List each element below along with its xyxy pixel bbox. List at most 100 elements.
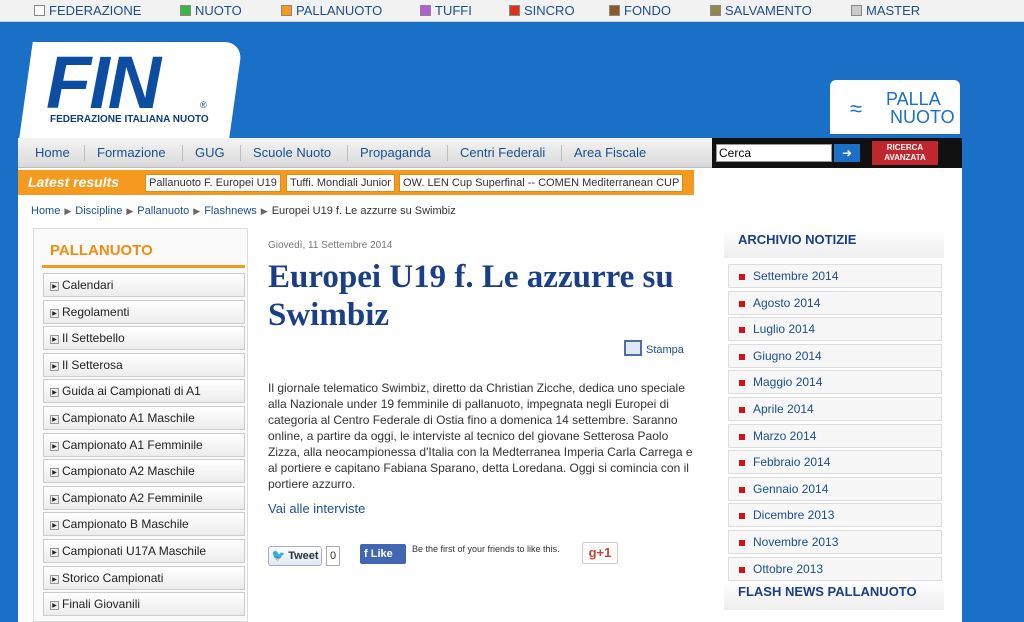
expand-arrow-icon: ▶ (50, 308, 59, 318)
search-button[interactable]: ➜ (834, 144, 860, 162)
tweet-label: Tweet (288, 550, 319, 562)
sidebar-item[interactable]: ▶ Storico Campionati (43, 565, 245, 590)
topbar-item-pallanuoto[interactable]: PALLANUOTO (281, 3, 382, 18)
archive-item[interactable]: Maggio 2014 (728, 370, 942, 395)
nav-item-area-fiscale[interactable]: Area Fiscale (574, 145, 646, 160)
topbar-item-master[interactable]: MASTER (851, 3, 920, 18)
breadcrumb-arrow-icon: ▶ (64, 206, 72, 216)
archive-item[interactable]: Gennaio 2014 (728, 476, 942, 501)
bullet-icon (739, 274, 745, 280)
topbar-item-fondo[interactable]: FONDO (609, 3, 671, 18)
nav-item-home[interactable]: Home (35, 145, 70, 160)
sidebar-item[interactable]: ▶ Il Settebello (43, 326, 245, 351)
latest-result-item[interactable]: Tuffi. Mondiali Junior (286, 174, 395, 192)
breadcrumb-arrow-icon: ▶ (193, 206, 201, 216)
archive-item[interactable]: Dicembre 2013 (728, 503, 942, 528)
bullet-icon (739, 300, 745, 307)
archive-item-label: Agosto 2014 (753, 295, 821, 310)
bullet-icon (739, 513, 745, 520)
sidebar-item[interactable]: ▶ Il Setterosa (43, 352, 245, 377)
sidebar-item[interactable]: ▶ Calendari (43, 273, 245, 297)
topbar-item-salvamento[interactable]: SALVAMENTO (710, 3, 812, 18)
facebook-like-button[interactable]: f Like (360, 544, 406, 564)
search-input[interactable] (716, 144, 832, 162)
pallanuoto-section-logo[interactable]: ≈ PALLA NUOTO (830, 80, 960, 134)
print-link[interactable]: Stampa (646, 344, 684, 356)
archive-item[interactable]: Aprile 2014 (728, 397, 942, 421)
topbar-item-tuffi[interactable]: TUFFI (420, 3, 472, 18)
facebook-like-text: Be the first of your friends to like thi… (412, 544, 560, 554)
discipline-color-icon (34, 5, 45, 16)
google-plus-button[interactable]: g+1 (582, 542, 618, 564)
discipline-topbar: FEDERAZIONE NUOTO PALLANUOTO TUFFI SINCRO FON… (0, 0, 1024, 22)
expand-arrow-icon: ▶ (50, 601, 59, 611)
sidebar-item-label: Guida ai Campionati di A1 (62, 384, 201, 399)
latest-results-title: Latest results (28, 174, 120, 190)
archive-item-label: Novembre 2013 (753, 535, 839, 549)
discipline-color-icon (281, 5, 292, 16)
nav-separator (447, 145, 448, 161)
expand-arrow-icon: ▶ (50, 521, 59, 531)
sidebar-item[interactable]: ▶ Campionato A2 Maschile (43, 459, 245, 484)
archive-item[interactable]: Febbraio 2014 (728, 450, 942, 475)
bullet-icon (739, 540, 745, 546)
tweet-button[interactable]: 🐦 Tweet (268, 546, 322, 566)
nav-item-propaganda[interactable]: Propaganda (360, 145, 431, 160)
fin-logo[interactable]: FIN (46, 46, 161, 120)
archive-item-label: Aprile 2014 (753, 402, 814, 416)
nav-item-formazione[interactable]: Formazione (97, 145, 166, 160)
sidebar-item[interactable]: ▶ Guida ai Campionati di A1 (43, 379, 245, 404)
archive-item-label: Marzo 2014 (753, 428, 817, 443)
sidebar-item-label: Campionati U17A Maschile (62, 544, 207, 558)
archive-item[interactable]: Luglio 2014 (728, 317, 942, 342)
breadcrumb-item[interactable]: Discipline (75, 205, 122, 217)
section-logo-line2: NUOTO (890, 107, 955, 127)
bullet-icon (739, 353, 745, 360)
breadcrumb-item[interactable]: Home (31, 205, 60, 217)
sidebar-item[interactable]: ▶ Campionati U17A Maschile (43, 539, 245, 563)
topbar-item-label: MASTER (866, 3, 921, 18)
archive-item[interactable]: Agosto 2014 (728, 290, 942, 315)
discipline-color-icon (180, 5, 191, 16)
sidebar: PALLANUOTO ▶ Calendari ▶ Regolamenti ▶ Il Set… (33, 228, 248, 622)
bullet-icon (739, 327, 745, 334)
latest-results-bar: Latest results Pallanuoto F. Europei U19… (18, 170, 694, 195)
like-label: Like (370, 548, 393, 560)
advanced-search-button[interactable]: RICERCA AVANZATA (872, 141, 938, 165)
printer-icon[interactable] (624, 340, 642, 356)
topbar-item-sincro[interactable]: SINCRO (509, 3, 575, 18)
sidebar-item[interactable]: ▶ Finali Giovanili (43, 592, 245, 617)
nav-item-centri-federali[interactable]: Centri Federali (460, 145, 545, 160)
sidebar-item[interactable]: ▶ Regolamenti (43, 299, 245, 324)
archive-item[interactable]: Marzo 2014 (728, 423, 942, 448)
nav-item-gug[interactable]: GUG (195, 145, 225, 160)
breadcrumb-arrow-icon: ▶ (260, 206, 268, 216)
expand-arrow-icon: ▶ (50, 335, 59, 345)
fin-logo-subtitle: FEDERAZIONE ITALIANA NUOTO (50, 114, 209, 125)
nav-item-scuole-nuoto[interactable]: Scuole Nuoto (253, 145, 331, 160)
expand-arrow-icon: ▶ (50, 441, 59, 451)
sidebar-item-label: Campionato A2 Maschile (62, 464, 195, 479)
latest-result-item[interactable]: Pallanuoto F. Europei U19 (145, 174, 281, 192)
breadcrumb-item[interactable]: Pallanuoto (137, 205, 189, 217)
expand-arrow-icon: ▶ (50, 415, 59, 424)
sidebar-item[interactable]: ▶ Campionato A2 Femminile (43, 485, 245, 510)
topbar-item-nuoto[interactable]: NUOTO (180, 3, 242, 18)
archive-item[interactable]: Ottobre 2013 (728, 556, 942, 581)
archive-item-label: Maggio 2014 (753, 375, 823, 390)
discipline-color-icon (851, 5, 862, 16)
facebook-icon: f (364, 548, 368, 560)
archive-item[interactable]: Giugno 2014 (728, 343, 942, 368)
advanced-search-line2: AVANZATA (884, 153, 926, 162)
interviews-link[interactable]: Vai alle interviste (268, 501, 365, 516)
topbar-item-federazione[interactable]: FEDERAZIONE (34, 3, 141, 18)
sidebar-item[interactable]: ▶ Campionato A1 Maschile (43, 406, 245, 430)
sidebar-item[interactable]: ▶ Campionato A1 Femminile (43, 432, 245, 457)
archive-item-label: Dicembre 2013 (753, 508, 835, 523)
breadcrumb-item[interactable]: Flashnews (204, 205, 257, 217)
sidebar-item[interactable]: ▶ Campionato B Maschile (43, 512, 245, 537)
section-logo-line1: PALLA (886, 89, 941, 109)
archive-item[interactable]: Novembre 2013 (728, 530, 942, 554)
latest-result-item[interactable]: OW. LEN Cup Superfinal -- COMEN Mediterr… (399, 174, 684, 192)
archive-item[interactable]: Settembre 2014 (728, 264, 942, 288)
